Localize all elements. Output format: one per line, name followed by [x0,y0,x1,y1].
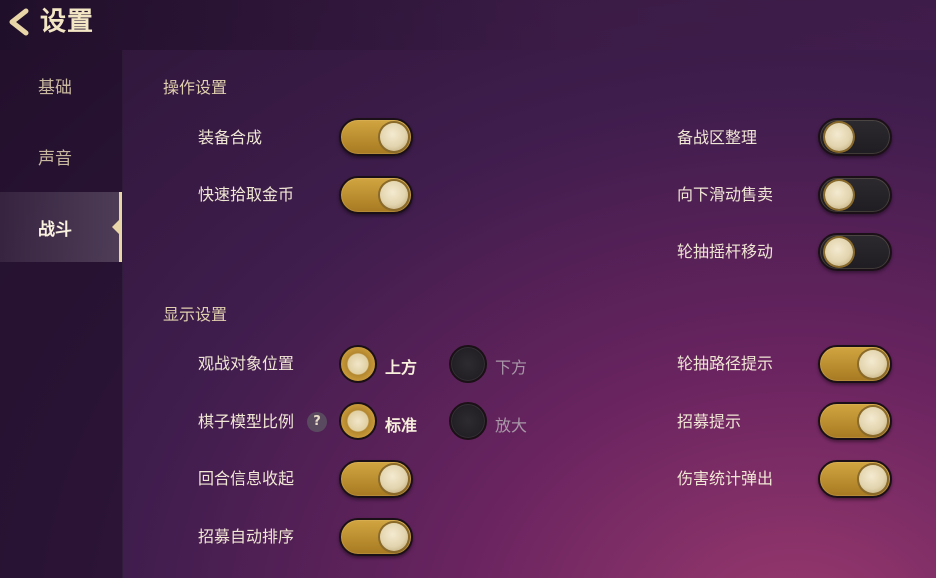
setting-label-piece-scale: 棋子模型比例 [198,412,295,431]
setting-label-carousel-path-hint: 轮抽路径提示 [677,354,774,373]
chevron-left-icon [9,8,29,36]
scale-standard-radio[interactable] [339,402,377,440]
setting-label-quick-pickup-gold: 快速拾取金币 [198,185,295,204]
setting-label-swipe-down-sell: 向下滑动售卖 [677,185,774,204]
setting-label-spectate-position: 观战对象位置 [198,354,295,373]
spectate-top-radio[interactable] [339,345,377,383]
toggle-knob [859,350,887,378]
toggle-knob [380,465,408,493]
recruit-auto-sort-toggle[interactable] [339,518,413,556]
toggle-knob [380,123,408,151]
section-title-display: 显示设置 [163,305,228,324]
scale-enlarge-label: 放大 [495,416,528,435]
recruit-hint-toggle[interactable] [818,402,892,440]
carousel-path-hint-toggle[interactable] [818,345,892,383]
toggle-knob [825,181,853,209]
sidebar-item-battle[interactable]: 战斗 [0,192,122,262]
setting-label-equip-combine: 装备合成 [198,128,263,147]
spectate-bottom-label: 下方 [495,358,528,377]
toggle-knob [825,238,853,266]
bench-organize-toggle[interactable] [818,118,892,156]
damage-stats-popup-toggle[interactable] [818,460,892,498]
page-title: 设置 [40,7,95,37]
toggle-knob [859,407,887,435]
toggle-knob [825,123,853,151]
back-button[interactable] [2,4,38,40]
toggle-knob [859,465,887,493]
equip-combine-toggle[interactable] [339,118,413,156]
section-title-operation: 操作设置 [163,78,228,97]
scale-enlarge-radio[interactable] [449,402,487,440]
setting-label-round-info-collapse: 回合信息收起 [198,469,295,488]
setting-label-recruit-hint: 招募提示 [677,412,742,431]
scale-standard-label: 标准 [385,416,418,435]
quick-pickup-gold-toggle[interactable] [339,176,413,214]
setting-label-recruit-auto-sort: 招募自动排序 [198,527,295,546]
spectate-top-label: 上方 [385,358,418,377]
swipe-down-sell-toggle[interactable] [818,176,892,214]
sidebar-item-sound[interactable]: 声音 [0,121,122,191]
sidebar: 基础 声音 战斗 [0,50,123,578]
carousel-joystick-toggle[interactable] [818,233,892,271]
toggle-knob [380,523,408,551]
setting-label-damage-stats-popup: 伤害统计弹出 [677,469,774,488]
setting-label-bench-organize: 备战区整理 [677,128,758,147]
round-info-collapse-toggle[interactable] [339,460,413,498]
spectate-bottom-radio[interactable] [449,345,487,383]
top-bar [0,0,936,50]
help-icon[interactable]: ? [307,412,327,432]
setting-label-carousel-joystick: 轮抽摇杆移动 [677,242,774,261]
toggle-knob [380,181,408,209]
sidebar-item-basic[interactable]: 基础 [0,50,122,120]
